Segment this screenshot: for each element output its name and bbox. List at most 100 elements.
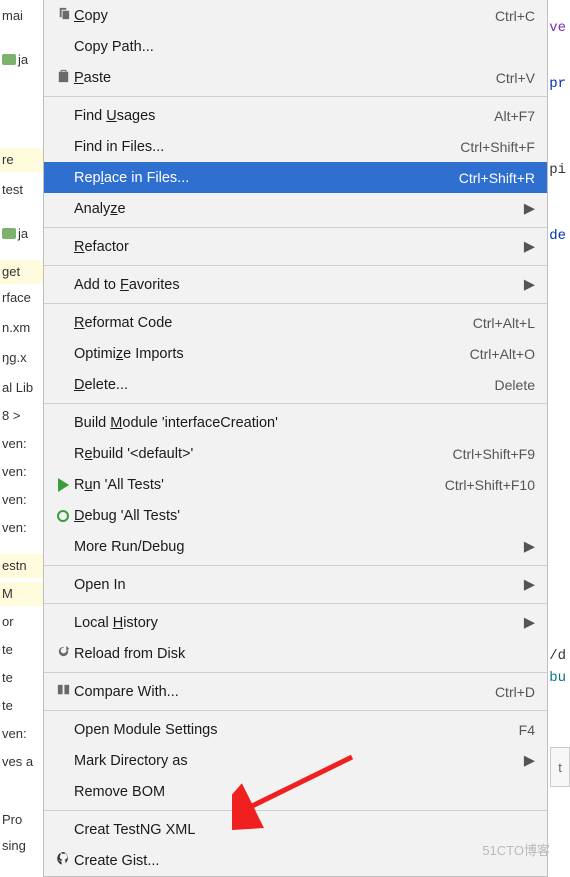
menu-item-optimize-imports[interactable]: Optimize ImportsCtrl+Alt+O xyxy=(44,338,547,369)
menu-item-build-module-interfacecreation[interactable]: Build Module 'interfaceCreation' xyxy=(44,407,547,438)
menu-item-paste[interactable]: PasteCtrl+V xyxy=(44,62,547,93)
project-tree-strip: mai ja re test ja get rface n.xm ŋg.x al Lib 8 > ve… xyxy=(0,0,43,867)
tree-fragment[interactable]: ven: xyxy=(0,516,43,540)
menu-item-shortcut: Ctrl+Shift+F xyxy=(448,139,535,155)
menu-item-reload-from-disk[interactable]: Reload from Disk xyxy=(44,638,547,669)
tree-fragment[interactable]: sing xyxy=(0,834,43,858)
menu-item-copy[interactable]: CopyCtrl+C xyxy=(44,0,547,31)
menu-item-label: Copy xyxy=(74,8,483,24)
tree-label: ja xyxy=(18,226,28,241)
tree-label: Pro xyxy=(2,812,22,827)
menu-separator xyxy=(44,710,547,711)
menu-item-creat-testng-xml[interactable]: Creat TestNG XML xyxy=(44,814,547,845)
compare-icon xyxy=(56,682,71,701)
menu-item-label: More Run/Debug xyxy=(74,539,516,555)
menu-item-shortcut: Ctrl+Shift+F10 xyxy=(433,477,535,493)
menu-item-copy-path[interactable]: Copy Path... xyxy=(44,31,547,62)
menu-item-find-in-files[interactable]: Find in Files...Ctrl+Shift+F xyxy=(44,131,547,162)
tool-window-tab[interactable]: t xyxy=(550,747,570,787)
menu-item-reformat-code[interactable]: Reformat CodeCtrl+Alt+L xyxy=(44,307,547,338)
tree-label: test xyxy=(2,182,23,197)
tree-fragment[interactable]: n.xm xyxy=(0,316,43,340)
tree-fragment[interactable]: Pro xyxy=(0,808,43,832)
tree-label: te xyxy=(2,642,13,657)
debug-icon xyxy=(57,510,69,522)
tree-fragment[interactable]: ja xyxy=(0,48,43,72)
menu-item-label: Find Usages xyxy=(74,108,482,124)
menu-item-label: Build Module 'interfaceCreation' xyxy=(74,415,535,431)
tree-fragment[interactable]: ŋg.x xyxy=(0,346,43,370)
menu-item-open-in[interactable]: Open In ▶ xyxy=(44,569,547,600)
menu-item-label: Open Module Settings xyxy=(74,722,507,738)
menu-item-debug-all-tests[interactable]: Debug 'All Tests' xyxy=(44,500,547,531)
menu-item-open-module-settings[interactable]: Open Module SettingsF4 xyxy=(44,714,547,745)
tree-fragment[interactable]: re xyxy=(0,148,43,172)
menu-item-shortcut: Ctrl+Alt+O xyxy=(458,346,535,362)
menu-item-create-gist[interactable]: Create Gist... xyxy=(44,845,547,876)
submenu-arrow-icon: ▶ xyxy=(524,615,535,631)
menu-item-find-usages[interactable]: Find UsagesAlt+F7 xyxy=(44,100,547,131)
menu-item-remove-bom[interactable]: Remove BOM xyxy=(44,776,547,807)
code-fragment: ve xyxy=(549,20,566,36)
tree-fragment[interactable]: 8 > xyxy=(0,404,43,428)
tree-fragment[interactable]: te xyxy=(0,666,43,690)
tree-fragment[interactable]: get xyxy=(0,260,43,284)
menu-item-rebuild-default[interactable]: Rebuild '<default>'Ctrl+Shift+F9 xyxy=(44,438,547,469)
menu-item-label: Open In xyxy=(74,577,516,593)
menu-item-mark-directory-as[interactable]: Mark Directory as▶ xyxy=(44,745,547,776)
tree-fragment[interactable]: rface xyxy=(0,286,43,310)
tree-fragment[interactable]: ven: xyxy=(0,460,43,484)
code-fragment: /d xyxy=(549,648,566,664)
tree-fragment[interactable]: ven: xyxy=(0,432,43,456)
menu-item-label: Compare With... xyxy=(74,684,483,700)
tree-fragment[interactable]: M xyxy=(0,582,43,606)
icon-slot xyxy=(52,851,74,870)
menu-item-more-run-debug[interactable]: More Run/Debug ▶ xyxy=(44,531,547,562)
tree-fragment[interactable]: estn xyxy=(0,554,43,578)
menu-item-refactor[interactable]: Refactor▶ xyxy=(44,231,547,262)
icon-slot xyxy=(52,682,74,701)
tree-label: get xyxy=(2,264,20,279)
tree-label: estn xyxy=(2,558,27,573)
tree-fragment[interactable]: ven: xyxy=(0,722,43,746)
menu-item-run-all-tests[interactable]: Run 'All Tests'Ctrl+Shift+F10 xyxy=(44,469,547,500)
tree-fragment[interactable]: or xyxy=(0,610,43,634)
menu-item-label: Rebuild '<default>' xyxy=(74,446,441,462)
submenu-arrow-icon: ▶ xyxy=(524,577,535,593)
code-fragment: bu xyxy=(549,670,566,686)
tree-fragment[interactable]: ves a xyxy=(0,750,43,774)
tree-label: te xyxy=(2,698,13,713)
menu-item-add-to-favorites[interactable]: Add to Favorites▶ xyxy=(44,269,547,300)
tree-label: ven: xyxy=(2,520,27,535)
tree-label: ven: xyxy=(2,492,27,507)
menu-item-shortcut: Alt+F7 xyxy=(482,108,535,124)
menu-item-label: Remove BOM xyxy=(74,784,535,800)
menu-separator xyxy=(44,227,547,228)
menu-item-label: Mark Directory as xyxy=(74,753,516,769)
tree-label: ves a xyxy=(2,754,33,769)
tree-fragment[interactable]: mai xyxy=(0,4,43,28)
github-icon xyxy=(56,851,71,870)
menu-item-label: Refactor xyxy=(74,239,516,255)
tree-label: al Lib xyxy=(2,380,33,395)
folder-icon xyxy=(2,54,16,65)
menu-item-label: Copy Path... xyxy=(74,39,535,55)
menu-item-local-history[interactable]: Local History▶ xyxy=(44,607,547,638)
submenu-arrow-icon: ▶ xyxy=(524,539,535,555)
tree-fragment[interactable]: al Lib xyxy=(0,376,43,400)
menu-item-analyze[interactable]: Analyze▶ xyxy=(44,193,547,224)
tree-fragment[interactable]: ja xyxy=(0,222,43,246)
tree-label: M xyxy=(2,586,13,601)
tree-fragment[interactable]: test xyxy=(0,178,43,202)
tree-fragment[interactable]: te xyxy=(0,638,43,662)
menu-item-replace-in-files[interactable]: Replace in Files...Ctrl+Shift+R xyxy=(44,162,547,193)
menu-item-compare-with[interactable]: Compare With...Ctrl+D xyxy=(44,676,547,707)
menu-item-shortcut: Delete xyxy=(483,377,535,393)
menu-item-delete[interactable]: Delete...Delete xyxy=(44,369,547,400)
submenu-arrow-icon: ▶ xyxy=(524,201,535,217)
code-fragment: pr xyxy=(549,76,566,92)
icon-slot xyxy=(52,478,74,492)
tree-fragment[interactable]: te xyxy=(0,694,43,718)
tree-fragment[interactable]: ven: xyxy=(0,488,43,512)
menu-separator xyxy=(44,96,547,97)
